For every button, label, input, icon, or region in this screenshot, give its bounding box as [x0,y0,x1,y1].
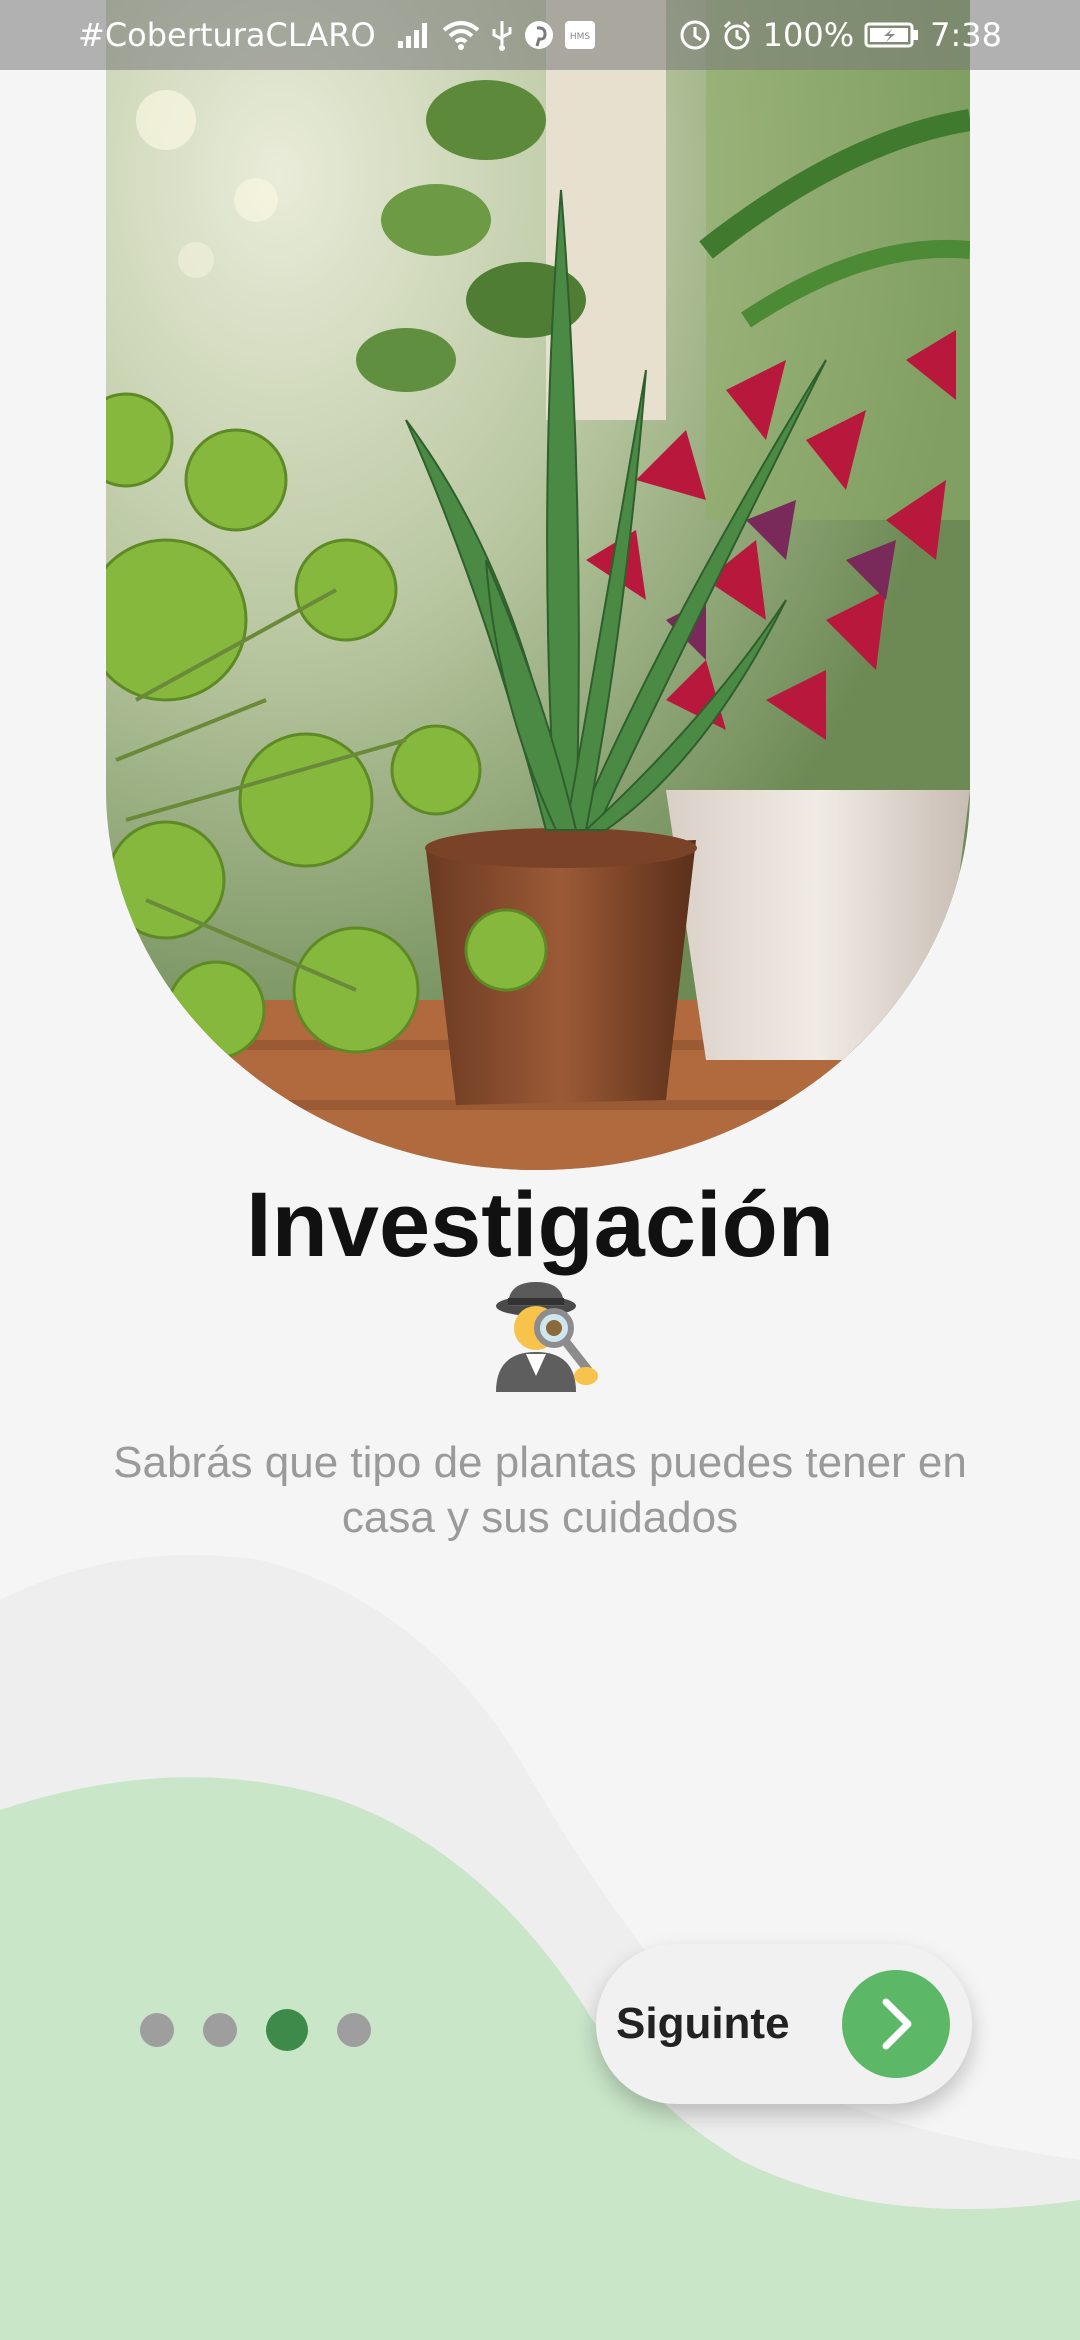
alarm-icon [721,19,753,51]
next-button[interactable]: Siguinte [596,1944,972,2104]
page-dot-1[interactable] [140,2013,174,2047]
hero-image [106,0,970,1170]
data-saver-icon [679,19,711,51]
hms-icon: HMS [564,20,596,50]
background-waves [0,1555,1080,2340]
page-description: Sabrás que tipo de plantas puedes tener … [113,1438,967,1542]
wifi-icon [442,20,480,50]
chevron-right-icon [882,1998,912,2050]
usb-icon [490,19,514,51]
battery-percent: 100% [762,16,855,54]
page-title: Investigación [246,1174,834,1276]
pinterest-icon [524,20,554,50]
svg-text:HMS: HMS [570,32,591,42]
carrier-name: #CoberturaCLARO [78,16,376,54]
status-bar: #CoberturaCLARO HMS 100% 7:38 [0,0,1080,70]
signal-icon [396,21,432,49]
clock-time: 7:38 [930,16,1002,54]
onboarding-screen: #CoberturaCLARO HMS 100% 7:38 Investigac… [0,0,1080,2340]
pagination-dots [140,2000,400,2060]
next-button-label: Siguinte [616,1999,790,2048]
status-left: #CoberturaCLARO HMS [78,0,596,70]
detective-icon [490,1280,600,1392]
status-right: 100% 7:38 [679,0,1002,70]
battery-icon [864,20,920,50]
next-arrow-button[interactable] [842,1970,950,2078]
page-dot-3-active[interactable] [266,2009,308,2051]
page-dot-2[interactable] [203,2013,237,2047]
page-dot-4[interactable] [337,2013,371,2047]
